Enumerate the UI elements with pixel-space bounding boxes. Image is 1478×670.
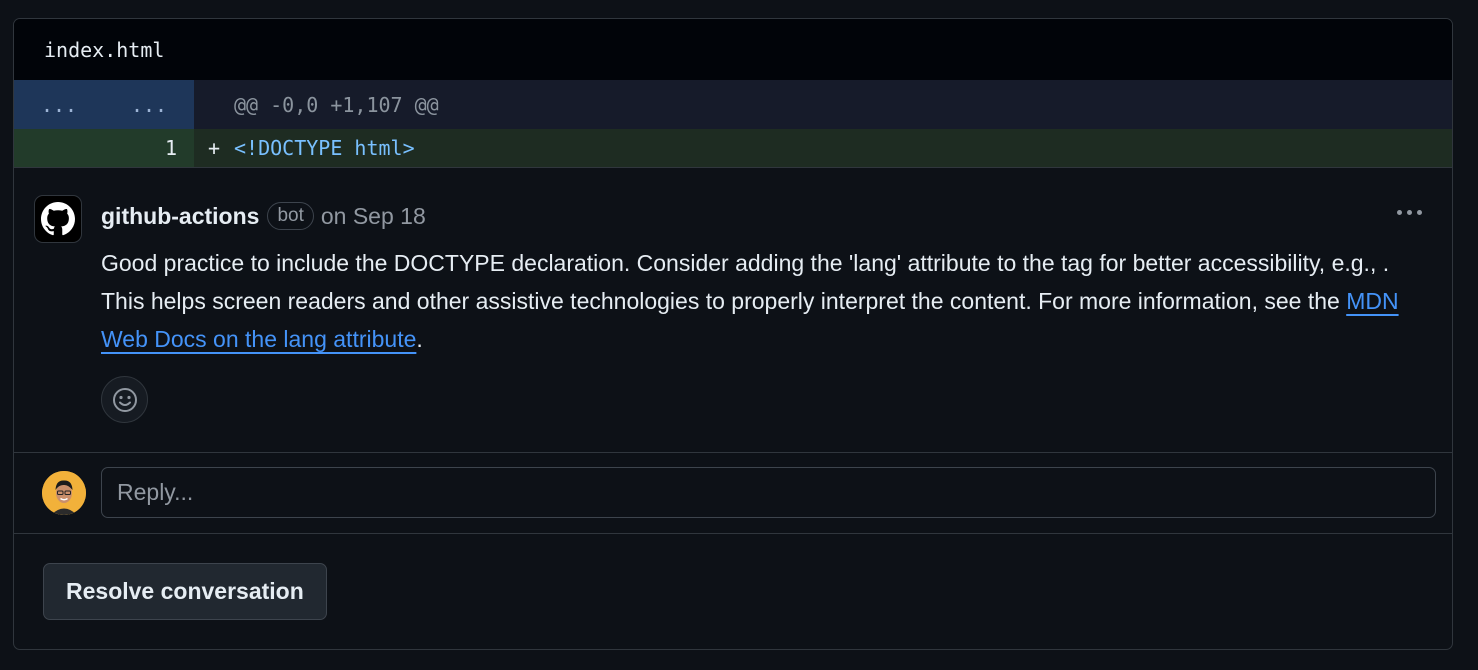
thread-actions: Resolve conversation (14, 534, 1452, 649)
hunk-header: @@ -0,0 +1,107 @@ (234, 92, 439, 117)
addition-sign: + (207, 136, 221, 160)
line-number-gutter[interactable]: 1 (14, 129, 194, 167)
comment-header: github-actions bot on Sep 18 (101, 202, 426, 230)
comment-body: Good practice to include the DOCTYPE dec… (101, 244, 1421, 358)
github-logo-icon[interactable] (34, 195, 82, 243)
diff-hunk-row: ... ... @@ -0,0 +1,107 @@ (14, 80, 1452, 129)
comment-timestamp[interactable]: on Sep 18 (321, 203, 426, 230)
file-name[interactable]: index.html (44, 38, 164, 62)
smiley-icon[interactable] (101, 376, 148, 423)
resolve-conversation-button[interactable]: Resolve conversation (43, 563, 327, 620)
reply-input[interactable] (101, 467, 1436, 518)
line-code: <!DOCTYPE html> (234, 136, 415, 160)
kebab-horizontal-icon[interactable] (1397, 210, 1422, 215)
user-avatar[interactable] (42, 471, 86, 515)
hunk-expand-gutter[interactable]: ... ... (14, 80, 194, 129)
file-header: index.html (14, 19, 1452, 80)
comment-author[interactable]: github-actions (101, 203, 259, 230)
new-line-number: 1 (164, 136, 177, 160)
diff-added-line: 1 + <!DOCTYPE html> (14, 129, 1452, 167)
comment-text-end: . (416, 326, 423, 352)
review-thread: index.html ... ... @@ -0,0 +1,107 @@ 1 +… (13, 18, 1453, 650)
bot-badge: bot (267, 202, 314, 230)
hunk-old-marker: ... (40, 92, 78, 117)
hunk-new-marker: ... (130, 92, 168, 117)
reply-row (14, 453, 1452, 534)
review-comment: github-actions bot on Sep 18 Good practi… (14, 167, 1452, 453)
comment-text: Good practice to include the DOCTYPE dec… (101, 250, 1390, 314)
